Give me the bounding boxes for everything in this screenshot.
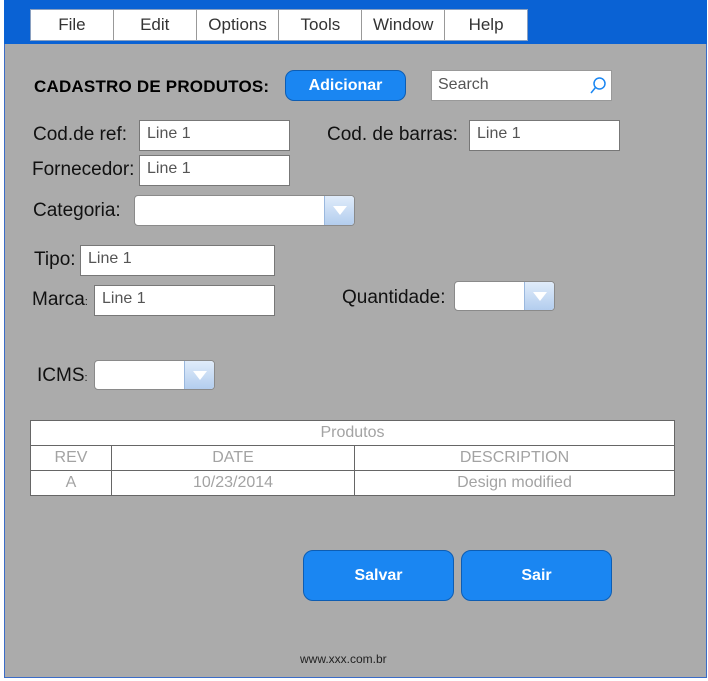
quantidade-label: Quantidade: bbox=[342, 287, 446, 308]
tipo-input[interactable]: Line 1 bbox=[80, 245, 275, 276]
search-input[interactable]: Search bbox=[438, 76, 489, 94]
products-table: Produtos REV DATE DESCRIPTION A 10/23/20… bbox=[30, 420, 675, 496]
table-header-row: REV DATE DESCRIPTION bbox=[30, 445, 675, 471]
exit-button[interactable]: Sair bbox=[461, 550, 612, 601]
chevron-down-icon[interactable] bbox=[524, 282, 554, 310]
menu-edit[interactable]: Edit bbox=[114, 10, 197, 40]
icms-select[interactable] bbox=[94, 360, 215, 390]
marca-input[interactable]: Line 1 bbox=[94, 285, 275, 316]
fornecedor-label: Fornecedor: bbox=[32, 159, 135, 180]
cod-barras-label: Cod. de barras: bbox=[327, 124, 458, 145]
cod-barras-input[interactable]: Line 1 bbox=[469, 120, 620, 151]
icms-label-text: ICMS bbox=[37, 365, 85, 386]
footer-url[interactable]: www.xxx.com.br bbox=[300, 652, 387, 666]
form-title: CADASTRO DE PRODUTOS: bbox=[34, 77, 270, 96]
menu-bar: File Edit Options Tools Window Help bbox=[30, 9, 528, 41]
marca-label-text: Marca bbox=[32, 289, 85, 310]
categoria-select[interactable] bbox=[134, 195, 355, 226]
categoria-label: Categoria: bbox=[33, 200, 121, 221]
add-button[interactable]: Adicionar bbox=[285, 70, 406, 101]
menu-tools[interactable]: Tools bbox=[279, 10, 363, 40]
table-cell-date: 10/23/2014 bbox=[111, 470, 355, 496]
column-header-date: DATE bbox=[111, 445, 355, 471]
marca-label: Marca: bbox=[32, 289, 88, 310]
table-caption-row: Produtos bbox=[30, 420, 675, 446]
tipo-label: Tipo: bbox=[34, 249, 76, 270]
table-cell-description: Design modified bbox=[354, 470, 675, 496]
fornecedor-input[interactable]: Line 1 bbox=[139, 155, 290, 186]
cod-ref-input[interactable]: Line 1 bbox=[139, 120, 290, 151]
chevron-down-icon[interactable] bbox=[324, 196, 354, 225]
chevron-down-icon[interactable] bbox=[184, 361, 214, 389]
quantidade-select[interactable] bbox=[454, 281, 555, 311]
menu-help[interactable]: Help bbox=[445, 10, 527, 40]
search-icon[interactable] bbox=[589, 76, 607, 101]
menu-window[interactable]: Window bbox=[362, 10, 446, 40]
save-button[interactable]: Salvar bbox=[303, 550, 454, 601]
icms-label: ICMS: bbox=[37, 365, 88, 386]
table-caption: Produtos bbox=[30, 420, 675, 446]
column-header-description: DESCRIPTION bbox=[354, 445, 675, 471]
search-box[interactable]: Search bbox=[431, 70, 612, 101]
table-cell-rev: A bbox=[30, 470, 112, 496]
table-row[interactable]: A 10/23/2014 Design modified bbox=[30, 470, 675, 496]
menu-file[interactable]: File bbox=[31, 10, 114, 40]
cod-ref-label: Cod.de ref: bbox=[33, 124, 127, 145]
menu-options[interactable]: Options bbox=[197, 10, 280, 40]
column-header-rev: REV bbox=[30, 445, 112, 471]
